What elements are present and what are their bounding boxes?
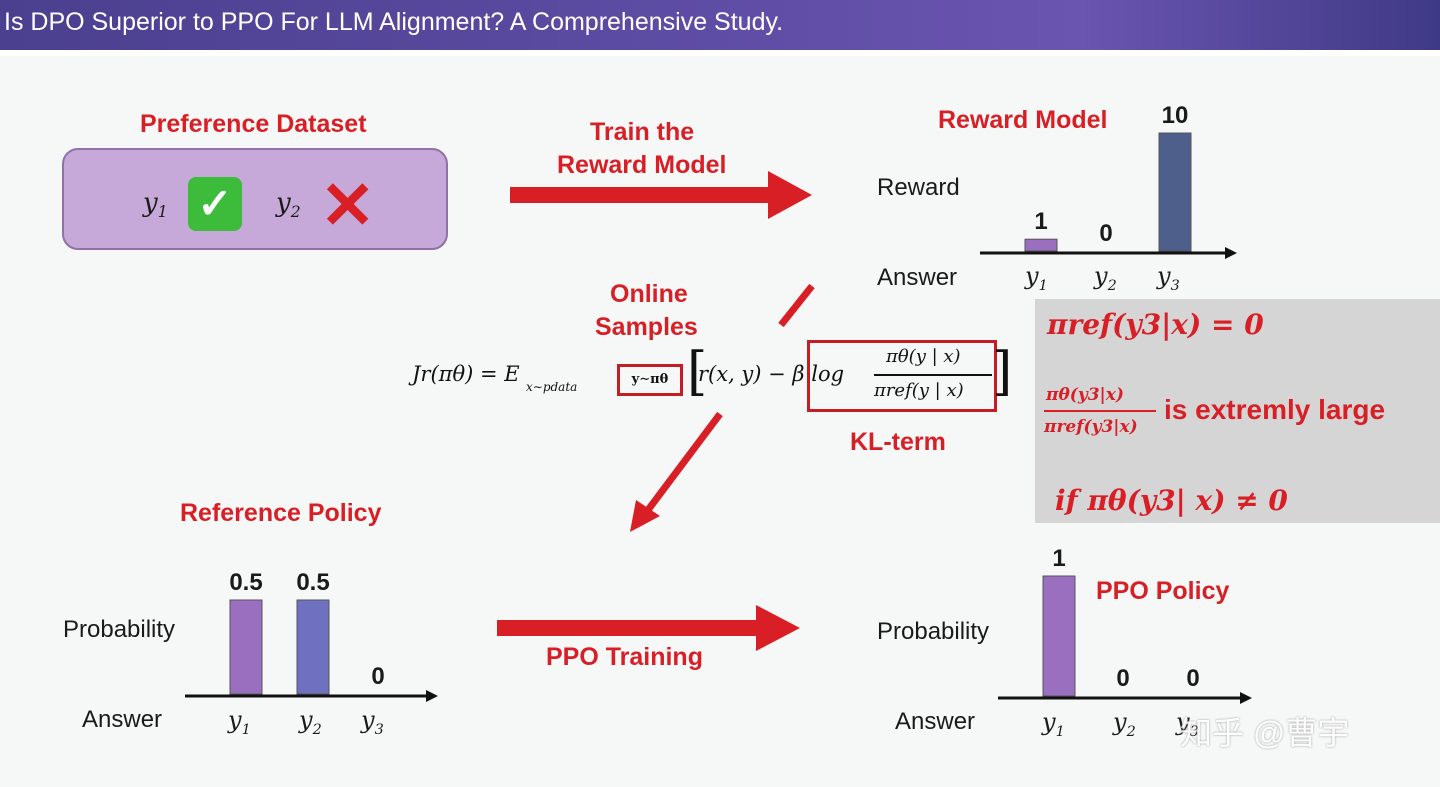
ppo-tick-y2: y2 bbox=[1113, 708, 1136, 740]
formula-lhs: Jr(πθ) = E bbox=[412, 362, 520, 386]
ppo-training-label: PPO Training bbox=[546, 643, 703, 671]
reward-tick-y1: y1 bbox=[1025, 262, 1048, 294]
ppo-policy-chart: 1 0 0 bbox=[998, 545, 1252, 704]
reward-value-label-y2: 0 bbox=[1099, 220, 1112, 247]
reference-policy-chart: 0.5 0.5 0 bbox=[185, 569, 438, 702]
reference-value-label-y2: 0.5 bbox=[296, 569, 329, 596]
reward-bar-y1 bbox=[1024, 238, 1058, 252]
reference-policy-heading: Reference Policy bbox=[180, 499, 382, 527]
reward-axis bbox=[980, 247, 1237, 259]
online-samples-arrow-upper bbox=[778, 283, 815, 328]
ppo-bar-y1 bbox=[1042, 575, 1076, 697]
watermark: 知乎 @曹宇 bbox=[1180, 715, 1350, 751]
ppo-value-label-y2: 0 bbox=[1116, 665, 1129, 692]
ppo-axis bbox=[998, 692, 1252, 704]
reward-value-label-y3: 10 bbox=[1162, 102, 1189, 129]
panel-line-3: if πθ(y3| x) ≠ 0 bbox=[1055, 484, 1288, 517]
reference-bar-y1 bbox=[229, 599, 263, 695]
reward-tick-y2: y2 bbox=[1094, 262, 1117, 294]
ppo-value-label-y3: 0 bbox=[1186, 665, 1199, 692]
reward-tick-y3: y3 bbox=[1157, 262, 1180, 294]
panel-line-1: πref(y3|x) = 0 bbox=[1047, 308, 1264, 341]
formula-denominator: πref(y | x) bbox=[874, 380, 964, 401]
panel-frac-den: πref(y3|x) bbox=[1044, 417, 1138, 437]
reference-tick-y1: y1 bbox=[228, 706, 251, 738]
reference-tick-y3: y3 bbox=[361, 706, 384, 738]
kl-term-label: KL-term bbox=[850, 428, 946, 456]
reward-value-label-y1: 1 bbox=[1034, 208, 1047, 235]
ppo-value-label-y1: 1 bbox=[1052, 545, 1065, 572]
reward-ylabel: Reward bbox=[877, 174, 960, 201]
reference-tick-y2: y2 bbox=[299, 706, 322, 738]
reference-bar-y2 bbox=[296, 599, 330, 695]
reference-value-label-y3: 0 bbox=[371, 663, 384, 690]
reference-ylabel: Probability bbox=[63, 616, 176, 643]
panel-fraction-bar bbox=[1044, 410, 1156, 412]
formula-sub-left: x∼pdata bbox=[526, 380, 578, 394]
ppo-xlabel: Answer bbox=[895, 708, 976, 735]
bracket-close: ] bbox=[992, 342, 1013, 402]
online-sample-box: y∼πθ bbox=[617, 364, 683, 396]
formula-numerator: πθ(y | x) bbox=[886, 346, 961, 367]
panel-line-2: is extremly large bbox=[1164, 394, 1386, 425]
online-samples-arrow-lower bbox=[630, 411, 723, 532]
reference-xlabel: Answer bbox=[82, 706, 163, 733]
train-reward-arrow bbox=[510, 171, 812, 219]
ppo-tick-y1: y1 bbox=[1042, 708, 1065, 740]
reward-bar-y3 bbox=[1158, 132, 1192, 252]
panel-frac-num: πθ(y3|x) bbox=[1046, 385, 1124, 405]
reference-value-label-y1: 0.5 bbox=[229, 569, 262, 596]
ppo-ylabel: Probability bbox=[877, 618, 990, 645]
reward-xlabel: Answer bbox=[877, 264, 958, 291]
fraction-bar bbox=[874, 374, 992, 376]
